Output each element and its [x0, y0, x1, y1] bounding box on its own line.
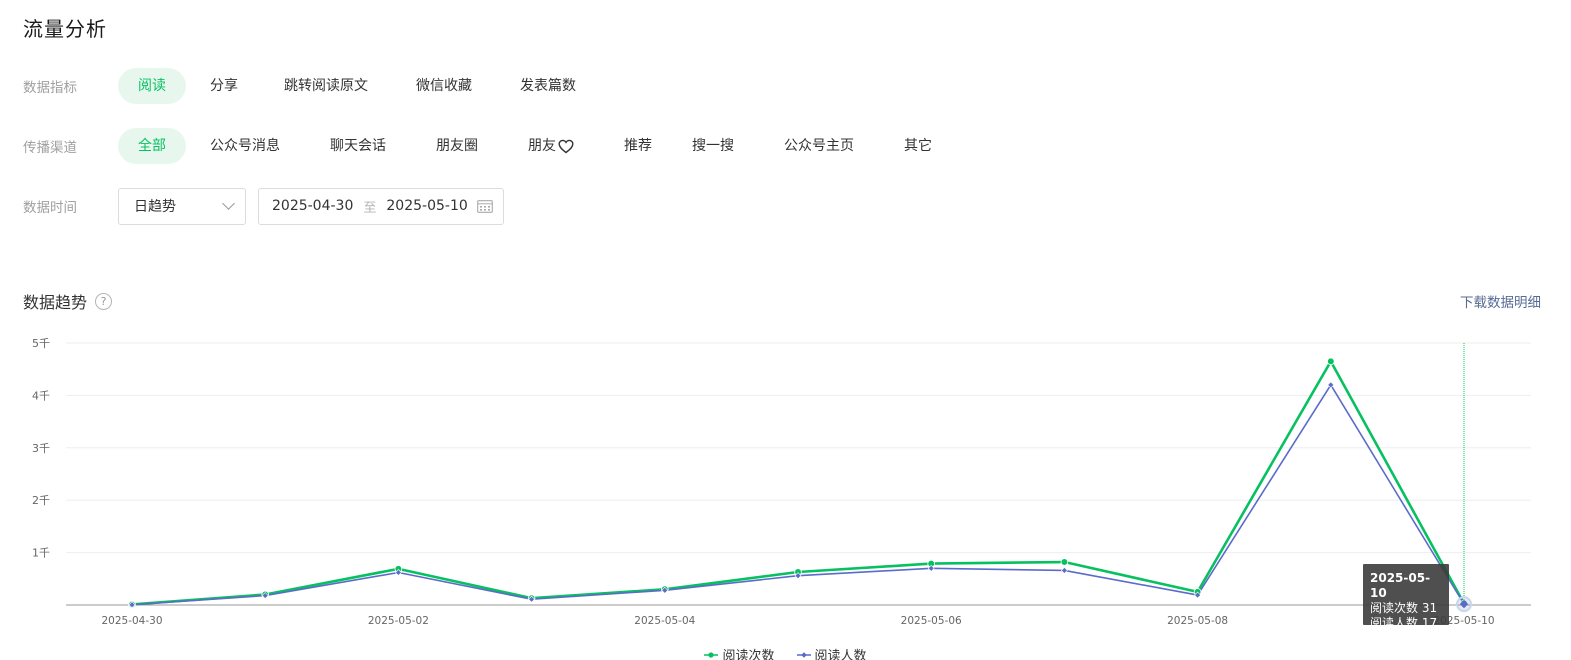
channel-option-recommend[interactable]: 推荐 — [604, 128, 672, 164]
channel-option-friends-label: 朋友 — [528, 138, 556, 154]
time-filter-row: 数据时间 日趋势 2025-04-30 至 2025-05-10 — [23, 187, 504, 225]
chart-legend: 阅读次数 阅读人数 — [0, 645, 1571, 660]
trend-line-chart: 1千 2千 3千 4千 5千 2025-04-30 2025-05-02 2025-05-04… — [32, 337, 1531, 627]
x-tick-label: 2025-04-30 — [101, 615, 162, 627]
y-tick-label: 1千 — [32, 547, 50, 560]
x-tick-label: 2025-05-06 — [901, 615, 962, 627]
legend-item-reads[interactable]: 阅读次数 — [704, 645, 775, 660]
channel-option-official-message[interactable]: 公众号消息 — [190, 128, 300, 164]
tooltip-row-readers: 阅读人数 17 — [1370, 616, 1438, 630]
x-tick-label: 2025-05-02 — [368, 615, 429, 627]
channel-option-profile-home[interactable]: 公众号主页 — [764, 128, 874, 164]
legend-label-readers: 阅读人数 — [814, 649, 867, 660]
chevron-down-icon — [222, 197, 235, 210]
legend-label-reads: 阅读次数 — [722, 649, 775, 660]
tooltip-date: 2025-05-10 — [1370, 571, 1431, 600]
channel-option-search[interactable]: 搜一搜 — [672, 128, 754, 164]
chart-tooltip: 2025-05-10 阅读次数 31 阅读人数 17 — [1363, 564, 1449, 630]
granularity-select[interactable]: 日趋势 — [118, 187, 246, 225]
y-tick-label: 2千 — [32, 494, 50, 507]
help-icon[interactable]: ? — [95, 292, 113, 310]
x-tick-label: 2025-05-04 — [634, 615, 695, 627]
y-tick-label: 3千 — [32, 442, 50, 455]
series-line-reads — [131, 360, 1466, 606]
legend-marker-reads — [704, 651, 719, 658]
channel-option-chat[interactable]: 聊天会话 — [310, 128, 406, 164]
heart-icon — [558, 139, 574, 153]
trend-title-text: 数据趋势 — [23, 293, 88, 312]
channel-filter-row: 传播渠道 全部 公众号消息 聊天会话 朋友圈 朋友 推荐 搜一搜 公众号主页 其… — [23, 128, 952, 164]
y-tick-label: 4千 — [32, 389, 50, 402]
point-reads — [1060, 558, 1069, 566]
x-tick-label: 2025-05-08 — [1167, 615, 1228, 627]
metric-option-read[interactable]: 阅读 — [118, 68, 186, 104]
channel-option-all[interactable]: 全部 — [118, 128, 186, 164]
date-separator: 至 — [363, 200, 377, 216]
page-title: 流量分析 — [23, 17, 107, 41]
point-reads — [1327, 357, 1335, 366]
start-date[interactable]: 2025-04-30 — [272, 198, 353, 214]
point-readers — [1060, 566, 1068, 574]
channel-option-moments[interactable]: 朋友圈 — [416, 128, 498, 164]
end-date[interactable]: 2025-05-10 — [386, 198, 467, 214]
metric-filter-label: 数据指标 — [23, 80, 77, 96]
channel-filter-label: 传播渠道 — [23, 140, 77, 156]
metric-option-wechat-favorite[interactable]: 微信收藏 — [396, 68, 492, 104]
metric-option-share[interactable]: 分享 — [190, 68, 258, 104]
legend-item-readers[interactable]: 阅读人数 — [796, 645, 867, 660]
y-tick-label: 5千 — [32, 337, 50, 350]
calendar-icon — [477, 199, 493, 213]
legend-marker-readers — [796, 651, 811, 658]
metric-filter-row: 数据指标 阅读 分享 跳转阅读原文 微信收藏 发表篇数 — [23, 68, 596, 104]
trend-section-title: 数据趋势 ? — [23, 289, 113, 313]
time-filter-label: 数据时间 — [23, 200, 77, 216]
date-range-picker[interactable]: 2025-04-30 至 2025-05-10 — [258, 187, 504, 225]
tooltip-row-reads: 阅读次数 31 — [1370, 601, 1438, 615]
metric-option-jump-original[interactable]: 跳转阅读原文 — [264, 68, 388, 104]
channel-option-other[interactable]: 其它 — [884, 128, 952, 164]
traffic-analysis-page: 流量分析 数据指标 阅读 分享 跳转阅读原文 微信收藏 发表篇数 传播渠道 全部… — [0, 0, 1571, 660]
download-detail-link[interactable]: 下载数据明细 — [1460, 291, 1541, 311]
channel-option-friends[interactable]: 朋友 — [508, 128, 594, 164]
metric-option-publish-count[interactable]: 发表篇数 — [500, 68, 596, 104]
granularity-value: 日趋势 — [134, 199, 176, 215]
